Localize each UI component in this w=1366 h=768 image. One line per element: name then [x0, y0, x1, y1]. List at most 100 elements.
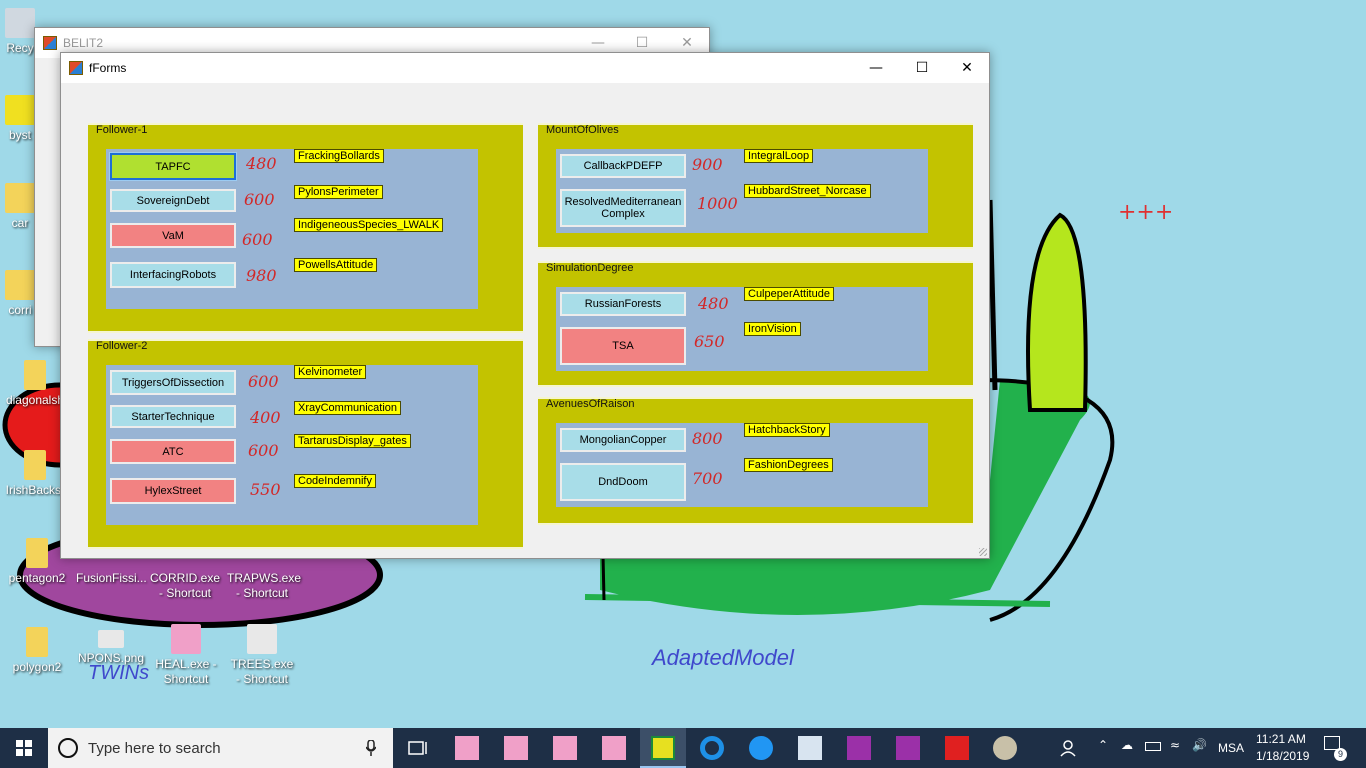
cortana-circle-icon — [58, 738, 78, 758]
battery-icon[interactable] — [1145, 742, 1161, 751]
fforms-window[interactable]: fForms — ☐ ✕ Follower-1 TAPFC SovereignD… — [60, 52, 990, 559]
desktop-icon-trapws[interactable]: TRAPWS.exe - Shortcut — [227, 571, 301, 601]
value-number: 650 — [694, 332, 725, 351]
russianforests-button[interactable]: RussianForests — [560, 292, 686, 316]
value-number: 600 — [248, 441, 279, 460]
tapfc-button[interactable]: TAPFC — [109, 152, 237, 181]
windows-logo-icon — [16, 740, 32, 756]
value-number: 550 — [250, 480, 281, 499]
atc-button[interactable]: ATC — [110, 439, 236, 464]
label-tag: CodeIndemnify — [294, 474, 376, 488]
folder-icon — [5, 270, 35, 300]
desktop-icon-trees[interactable]: TREES.exe - Shortcut — [227, 624, 297, 687]
value-number: 600 — [244, 190, 275, 209]
desktop-icon-fusionfission[interactable]: FusionFissi... — [76, 571, 147, 586]
icon-label: pentagon2 — [8, 571, 66, 585]
label-tag: HatchbackStory — [744, 423, 830, 437]
paint-app-icon[interactable] — [651, 736, 675, 760]
value-number: 980 — [246, 266, 277, 285]
people-icon[interactable] — [1058, 736, 1082, 760]
vam-button[interactable]: VaM — [110, 223, 236, 248]
group-panel: MongolianCopper DndDoom 800 700 Hatchbac… — [556, 423, 928, 507]
curve-app-icon[interactable] — [896, 736, 920, 760]
close-button[interactable]: ✕ — [944, 53, 990, 83]
heal-app-icon[interactable] — [602, 736, 626, 760]
hylexstreet-button[interactable]: HylexStreet — [110, 478, 236, 504]
curve-app-icon[interactable] — [847, 736, 871, 760]
sovereigndebt-button[interactable]: SovereignDebt — [110, 189, 236, 212]
icon-label: HEAL.exe - Shortcut — [155, 657, 217, 686]
resize-grip-icon[interactable] — [979, 548, 987, 556]
language-indicator[interactable]: MSA — [1218, 741, 1244, 755]
desktop-icon-heal[interactable]: HEAL.exe - Shortcut — [151, 624, 221, 687]
group-title: Follower-1 — [96, 124, 148, 136]
value-number: 800 — [692, 429, 723, 448]
icon-label: NPONS.png — [77, 651, 145, 665]
group-title: AvenuesOfRaison — [546, 398, 635, 410]
callbackpdefp-button[interactable]: CallbackPDEFP — [560, 154, 686, 178]
task-view-icon[interactable] — [406, 736, 430, 760]
label-tag: PylonsPerimeter — [294, 185, 383, 199]
file-icon — [26, 627, 48, 657]
group-panel: TriggersOfDissection StarterTechnique AT… — [106, 365, 478, 525]
minimize-button[interactable]: — — [853, 53, 899, 83]
desktop-icon-corrid[interactable]: CORRID.exe - Shortcut — [150, 571, 220, 601]
red-app-icon[interactable] — [945, 736, 969, 760]
label-tag: IntegralLoop — [744, 149, 814, 163]
label-tag: FashionDegrees — [744, 458, 833, 472]
triggersofdissection-button[interactable]: TriggersOfDissection — [110, 370, 236, 395]
window-title: BELIT2 — [63, 36, 104, 50]
clock-date[interactable]: 1/18/2019 — [1256, 749, 1309, 763]
resolvedmediterranean-complex-button[interactable]: ResolvedMediterranean Complex — [560, 189, 686, 227]
group-title: MountOfOlives — [546, 124, 619, 136]
chevron-up-icon[interactable]: ⌃ — [1098, 738, 1108, 752]
search-input[interactable]: Type here to search — [88, 740, 221, 757]
edge-browser-icon[interactable] — [700, 736, 724, 760]
desktop-icon-npons[interactable]: NPONS.png — [76, 630, 146, 666]
messaging-app-icon[interactable] — [749, 736, 773, 760]
image-file-icon — [98, 630, 124, 648]
taskbar-search-box[interactable]: Type here to search — [48, 728, 393, 768]
value-number: 700 — [692, 469, 723, 488]
paint-palette-icon[interactable] — [993, 736, 1017, 760]
file-icon — [24, 450, 46, 480]
heal-app-icon — [171, 624, 201, 654]
heal-app-icon[interactable] — [455, 736, 479, 760]
heal-app-icon[interactable] — [553, 736, 577, 760]
icon-label: byst — [8, 128, 31, 142]
start-button[interactable] — [0, 728, 48, 768]
dnddoom-button[interactable]: DndDoom — [560, 463, 686, 501]
value-number: 400 — [250, 408, 281, 427]
document-app-icon[interactable] — [798, 736, 822, 760]
folder-icon — [5, 183, 35, 213]
group-panel: RussianForests TSA 480 650 CulpeperAttit… — [556, 287, 928, 371]
file-icon — [24, 360, 46, 390]
icon-label: TRAPWS.exe - Shortcut — [227, 571, 302, 600]
fforms-titlebar[interactable]: fForms — ☐ ✕ — [61, 53, 989, 83]
cloud-icon[interactable]: ☁ — [1121, 738, 1133, 752]
wallpaper-crosses: +++ — [1118, 200, 1174, 225]
heal-app-icon[interactable] — [504, 736, 528, 760]
startertechnique-button[interactable]: StarterTechnique — [110, 405, 236, 428]
tsa-button[interactable]: TSA — [560, 327, 686, 365]
group-panel: CallbackPDEFP ResolvedMediterranean Comp… — [556, 149, 928, 233]
clock-time[interactable]: 11:21 AM — [1256, 732, 1306, 746]
group-avenuesofraison: AvenuesOfRaison MongolianCopper DndDoom … — [538, 397, 973, 525]
label-tag: TartarusDisplay_gates — [294, 434, 411, 448]
app-icon — [69, 61, 83, 75]
icon-label: CORRID.exe - Shortcut — [150, 571, 221, 600]
wifi-icon[interactable]: ≈ — [1170, 738, 1180, 752]
group-title: SimulationDegree — [546, 262, 634, 274]
value-number: 480 — [246, 154, 277, 173]
microphone-icon[interactable] — [366, 740, 376, 756]
maximize-button[interactable]: ☐ — [899, 53, 945, 83]
volume-icon[interactable]: 🔊 — [1192, 738, 1207, 752]
file-icon — [26, 538, 48, 568]
interfacingrobots-button[interactable]: InterfacingRobots — [110, 262, 236, 288]
group-panel: TAPFC SovereignDebt VaM InterfacingRobot… — [106, 149, 478, 309]
desktop-icon-polygon2[interactable]: polygon2 — [2, 627, 72, 675]
value-number: 480 — [698, 294, 729, 313]
mongoliancopper-button[interactable]: MongolianCopper — [560, 428, 686, 452]
wallpaper-adapted-model-text: AdaptedModel — [652, 645, 794, 670]
value-number: 600 — [242, 230, 273, 249]
